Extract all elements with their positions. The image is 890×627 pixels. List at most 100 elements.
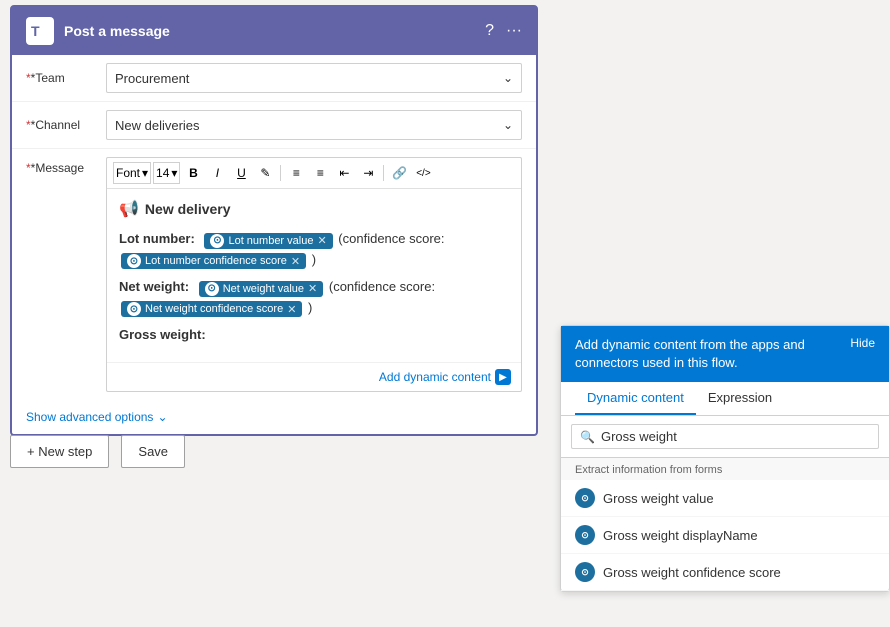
lot-confidence-text: (confidence score:	[338, 231, 444, 246]
dynamic-item-icon-2: ⊙	[575, 562, 595, 582]
lot-number-row: Lot number: ⊙ Lot number value ✕ (confid…	[119, 231, 509, 269]
new-step-button[interactable]: + New step	[10, 435, 109, 468]
net-weight-content: ⊙ Net weight value ✕ (confidence score:	[197, 279, 435, 294]
net-confidence-token-label: Net weight confidence score	[145, 303, 283, 315]
teams-logo-icon: T	[26, 17, 54, 45]
dynamic-item-gross-weight-displayname[interactable]: ⊙ Gross weight displayName	[561, 517, 889, 554]
card-title: Post a message	[64, 23, 170, 39]
add-dynamic-row: Add dynamic content ▶	[107, 362, 521, 391]
team-dropdown-arrow: ⌄	[503, 71, 513, 85]
editor-toolbar: Font ▾ 14 ▾ B I U ✎ ≡	[107, 158, 521, 189]
font-selector[interactable]: Font ▾	[113, 162, 151, 184]
card-body: **Team Procurement ⌄ **Channel New deliv…	[12, 55, 536, 434]
main-area: T Post a message ? ··· **Team Procuremen…	[0, 0, 890, 627]
decrease-indent-button[interactable]: ⇤	[333, 162, 355, 184]
lot-confidence-token-icon: ⊙	[127, 254, 141, 268]
help-icon[interactable]: ?	[485, 22, 494, 40]
link-button[interactable]: 🔗	[388, 162, 410, 184]
section-label: Extract information from forms	[561, 458, 889, 480]
increase-indent-button[interactable]: ⇥	[357, 162, 379, 184]
team-dropdown[interactable]: Procurement ⌄	[106, 63, 522, 93]
panel-items: ⊙ Gross weight value ⊙ Gross weight disp…	[561, 480, 889, 591]
net-weight-token-close[interactable]: ✕	[308, 282, 317, 295]
highlight-button[interactable]: ✎	[254, 162, 276, 184]
italic-button[interactable]: I	[206, 162, 228, 184]
show-advanced-options[interactable]: Show advanced options ⌄	[12, 400, 536, 434]
dynamic-item-gross-weight-value[interactable]: ⊙ Gross weight value	[561, 480, 889, 517]
message-row: **Message Font ▾ 14 ▾	[12, 149, 536, 400]
save-button[interactable]: Save	[121, 435, 185, 468]
dynamic-item-label-0: Gross weight value	[603, 491, 714, 506]
tab-expression[interactable]: Expression	[696, 382, 784, 415]
bullet-list-button[interactable]: ≡	[285, 162, 307, 184]
underline-button[interactable]: U	[230, 162, 252, 184]
editor-content[interactable]: 📢 New delivery Lot number: ⊙ Lot number …	[107, 189, 521, 362]
card-header-right: ? ···	[485, 22, 522, 40]
channel-dropdown[interactable]: New deliveries ⌄	[106, 110, 522, 140]
toolbar-divider-2	[383, 165, 384, 181]
net-confidence-token[interactable]: ⊙ Net weight confidence score ✕	[121, 301, 302, 317]
more-format-button[interactable]: </>	[412, 162, 434, 184]
channel-value: New deliveries	[115, 118, 200, 133]
dynamic-panel-header: Add dynamic content from the apps and co…	[561, 326, 889, 382]
new-step-label: + New step	[27, 444, 92, 459]
dynamic-item-label-2: Gross weight confidence score	[603, 565, 781, 580]
bold-button[interactable]: B	[182, 162, 204, 184]
gross-weight-row: Gross weight:	[119, 327, 509, 342]
team-row: **Team Procurement ⌄	[12, 55, 536, 102]
lot-confidence-token-label: Lot number confidence score	[145, 255, 287, 267]
card-header-left: T Post a message	[26, 17, 170, 45]
net-confidence-token-close[interactable]: ✕	[287, 303, 296, 316]
message-editor: Font ▾ 14 ▾ B I U ✎ ≡	[106, 157, 522, 392]
lot-number-token[interactable]: ⊙ Lot number value ✕	[204, 233, 332, 249]
card-header: T Post a message ? ···	[12, 7, 536, 55]
search-icon: 🔍	[580, 430, 595, 444]
toolbar-divider-1	[280, 165, 281, 181]
add-dynamic-label: Add dynamic content	[379, 370, 491, 384]
search-input-wrap[interactable]: 🔍	[571, 424, 879, 449]
more-icon[interactable]: ···	[506, 22, 522, 40]
dynamic-item-gross-weight-confidence[interactable]: ⊙ Gross weight confidence score	[561, 554, 889, 591]
channel-label: **Channel	[26, 118, 106, 132]
net-weight-token[interactable]: ⊙ Net weight value ✕	[199, 281, 324, 297]
gross-weight-label: Gross weight:	[119, 327, 206, 342]
lot-confidence-row: ⊙ Lot number confidence score ✕ )	[119, 252, 509, 270]
net-weight-token-icon: ⊙	[205, 282, 219, 296]
add-dynamic-button[interactable]: Add dynamic content ▶	[379, 369, 511, 385]
dynamic-panel-header-text: Add dynamic content from the apps and co…	[575, 336, 850, 372]
team-control-wrap: Procurement ⌄	[106, 63, 522, 93]
panel-tabs: Dynamic content Expression	[561, 382, 889, 416]
message-label-row: **Message Font ▾ 14 ▾	[26, 157, 522, 392]
message-label: **Message	[26, 157, 106, 175]
net-confidence-token-icon: ⊙	[127, 302, 141, 316]
dynamic-item-label-1: Gross weight displayName	[603, 528, 758, 543]
lot-number-token-icon: ⊙	[210, 234, 224, 248]
tab-dynamic-content[interactable]: Dynamic content	[575, 382, 696, 415]
net-confidence-text: (confidence score:	[329, 279, 435, 294]
hide-button[interactable]: Hide	[850, 336, 875, 350]
font-label: Font	[116, 166, 140, 180]
bottom-actions: + New step Save	[10, 435, 185, 468]
search-input[interactable]	[601, 429, 870, 444]
lot-number-token-label: Lot number value	[228, 235, 313, 247]
team-value: Procurement	[115, 71, 189, 86]
font-size-selector[interactable]: 14 ▾	[153, 162, 180, 184]
lot-number-content: ⊙ Lot number value ✕ (confidence score:	[202, 231, 444, 246]
dynamic-content-panel: Add dynamic content from the apps and co…	[560, 325, 890, 592]
net-weight-row: Net weight: ⊙ Net weight value ✕ (confid…	[119, 279, 509, 317]
lot-end-text: )	[312, 252, 316, 267]
team-label: **Team	[26, 71, 106, 85]
megaphone-icon: 📢	[119, 199, 139, 219]
channel-dropdown-arrow: ⌄	[503, 118, 513, 132]
svg-text:T: T	[31, 23, 40, 39]
lot-confidence-token-close[interactable]: ✕	[291, 255, 300, 268]
show-advanced-chevron: ⌄	[157, 410, 167, 424]
net-weight-token-label: Net weight value	[223, 283, 304, 295]
lot-number-token-close[interactable]: ✕	[317, 234, 326, 247]
dynamic-item-icon-1: ⊙	[575, 525, 595, 545]
lot-number-label: Lot number:	[119, 231, 195, 246]
dynamic-item-icon-0: ⊙	[575, 488, 595, 508]
post-message-card: T Post a message ? ··· **Team Procuremen…	[10, 5, 538, 436]
numbered-list-button[interactable]: ≡	[309, 162, 331, 184]
lot-confidence-token[interactable]: ⊙ Lot number confidence score ✕	[121, 253, 306, 269]
